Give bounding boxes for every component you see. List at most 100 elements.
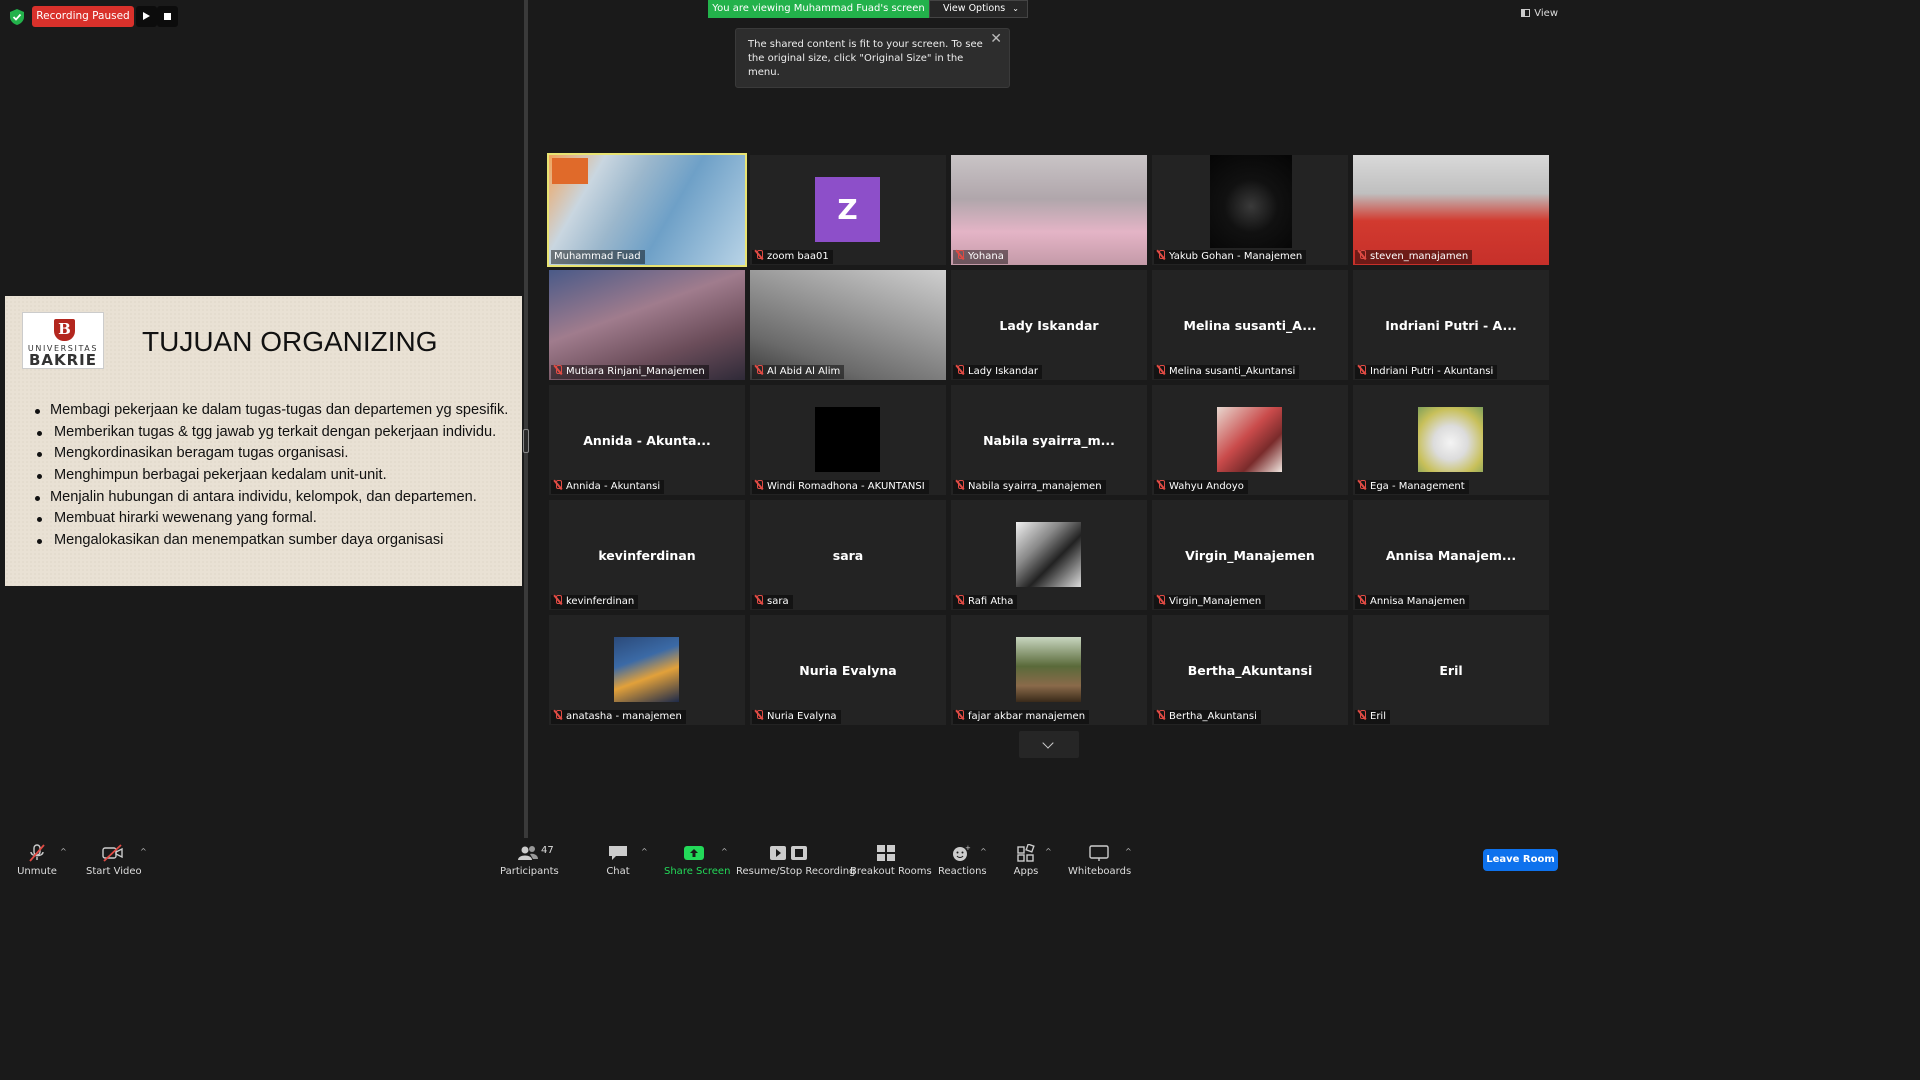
participant-tile[interactable]: Annisa Manajem... Annisa Manajemen (1353, 500, 1549, 610)
mic-muted-icon (755, 480, 763, 490)
logo-name-text: BAKRIE (28, 351, 98, 369)
participant-name-label: Al Abid Al Alim (752, 365, 845, 379)
participant-tile[interactable]: Indriani Putri - A... Indriani Putri - Ak… (1353, 270, 1549, 380)
reactions-icon: + (953, 844, 971, 861)
mic-muted-icon (554, 365, 562, 375)
stop-recording-button[interactable] (157, 6, 178, 27)
close-icon[interactable]: ✕ (990, 32, 1002, 46)
slide-title: TUJUAN ORGANIZING (142, 326, 438, 357)
mic-muted-icon (755, 365, 763, 375)
share-options-caret[interactable]: ^ (721, 847, 728, 856)
participant-name-label: Indriani Putri - Akuntansi (1355, 365, 1498, 379)
participant-name-label: Lady Iskandar (953, 365, 1042, 379)
slide-bullet: Menjalin hubungan di antara individu, ke… (35, 487, 508, 509)
participant-tile[interactable]: fajar akbar manajemen (951, 615, 1147, 725)
gallery-next-page-button[interactable] (1019, 731, 1079, 758)
leave-room-button[interactable]: Leave Room (1483, 849, 1558, 871)
share-screen-button[interactable]: Share Screen (664, 838, 730, 882)
apps-icon (1017, 844, 1035, 862)
slide-bullet: Mengkordinasikan beragam tugas organisas… (35, 443, 508, 465)
participant-name-label: Nabila syairra_manajemen (953, 480, 1106, 494)
whiteboards-button[interactable]: Whiteboards (1068, 838, 1131, 882)
participant-display-name: Eril (1439, 663, 1463, 678)
apps-button[interactable]: Apps (1010, 838, 1042, 882)
participant-tile[interactable]: Yakub Gohan - Manajemen (1152, 155, 1348, 265)
participant-tile[interactable]: Bertha_Akuntansi Bertha_Akuntansi (1152, 615, 1348, 725)
chat-button[interactable]: Chat (600, 838, 636, 882)
mic-muted-icon (956, 365, 964, 375)
avatar (614, 637, 679, 702)
mic-muted-icon (755, 710, 763, 720)
unmute-button[interactable]: Unmute (14, 838, 60, 882)
participant-tile[interactable]: Nuria Evalyna Nuria Evalyna (750, 615, 946, 725)
avatar (815, 407, 880, 472)
participant-tile[interactable]: Windi Romadhona - AKUNTANSI (750, 385, 946, 495)
participant-tile[interactable]: sara sara (750, 500, 946, 610)
breakout-rooms-button[interactable]: Breakout Rooms (850, 838, 932, 882)
view-layout-button[interactable]: View (1521, 8, 1558, 19)
chat-icon (609, 846, 627, 860)
participant-display-name: Annida - Akunta... (583, 433, 711, 448)
participant-name-label: Nuria Evalyna (752, 710, 841, 724)
gallery-layout-icon (1521, 9, 1531, 17)
participant-display-name: kevinferdinan (598, 548, 696, 563)
participant-name-label: anatasha - manajemen (551, 710, 686, 724)
mic-muted-icon (1358, 710, 1366, 720)
avatar (1217, 407, 1282, 472)
video-options-caret[interactable]: ^ (140, 847, 147, 856)
participant-tile[interactable]: Eril Eril (1353, 615, 1549, 725)
participant-tile[interactable]: Virgin_Manajemen Virgin_Manajemen (1152, 500, 1348, 610)
mic-muted-icon (1358, 250, 1366, 260)
reactions-options-caret[interactable]: ^ (980, 847, 987, 856)
participant-name-label: Mutiara Rinjani_Manajemen (551, 365, 709, 379)
universitas-bakrie-logo: B UNIVERSITAS BAKRIE (22, 312, 104, 369)
mic-muted-icon (1157, 710, 1165, 720)
participant-name-label: sara (752, 595, 793, 609)
participant-tile[interactable]: Mutiara Rinjani_Manajemen (549, 270, 745, 380)
split-divider[interactable] (524, 0, 528, 838)
participant-tile[interactable]: Ega - Management (1353, 385, 1549, 495)
participant-name-label: Annisa Manajemen (1355, 595, 1470, 609)
view-options-dropdown[interactable]: View Options ⌄ (929, 0, 1028, 18)
chat-options-caret[interactable]: ^ (641, 847, 648, 856)
participant-video-feed (549, 270, 745, 380)
apps-options-caret[interactable]: ^ (1045, 847, 1052, 856)
participant-tile[interactable]: Muhammad Fuad (547, 153, 747, 267)
reactions-button[interactable]: + Reactions (938, 838, 987, 882)
participant-video-feed (750, 270, 946, 380)
participant-display-name: Virgin_Manajemen (1185, 548, 1315, 563)
breakout-rooms-icon (877, 845, 895, 861)
mic-muted-icon (554, 710, 562, 720)
start-video-button[interactable]: Start Video (86, 838, 142, 882)
participant-tile[interactable]: Zzoom baa01 (750, 155, 946, 265)
audio-options-caret[interactable]: ^ (60, 847, 67, 856)
participant-tile[interactable]: Wahyu Andoyo (1152, 385, 1348, 495)
participant-tile[interactable]: Nabila syairra_m... Nabila syairra_manaje… (951, 385, 1147, 495)
participant-name-label: Melina susanti_Akuntansi (1154, 365, 1300, 379)
split-drag-handle[interactable] (523, 429, 529, 453)
svg-text:+: + (965, 844, 971, 852)
tooltip-text: The shared content is fit to your screen… (748, 39, 983, 78)
whiteboards-options-caret[interactable]: ^ (1125, 847, 1132, 856)
mic-muted-icon (554, 480, 562, 490)
participant-name-label: kevinferdinan (551, 595, 639, 609)
view-options-label: View Options (943, 3, 1006, 14)
resume-recording-button[interactable] (136, 6, 157, 27)
participant-name-label: Wahyu Andoyo (1154, 480, 1248, 494)
participant-tile[interactable]: anatasha - manajemen (549, 615, 745, 725)
participant-tile[interactable]: Yohana (951, 155, 1147, 265)
participant-tile[interactable]: Annida - Akunta... Annida - Akuntansi (549, 385, 745, 495)
participant-tile[interactable]: kevinferdinan kevinferdinan (549, 500, 745, 610)
participant-video-feed (1210, 155, 1292, 248)
mic-muted-icon (755, 595, 763, 605)
security-shield-icon[interactable] (8, 8, 26, 26)
participant-tile[interactable]: Melina susanti_A... Melina susanti_Akunta… (1152, 270, 1348, 380)
participant-tile[interactable]: Al Abid Al Alim (750, 270, 946, 380)
recording-status-badge: Recording Paused (32, 6, 134, 27)
view-label: View (1534, 8, 1558, 19)
participant-tile[interactable]: Lady Iskandar Lady Iskandar (951, 270, 1147, 380)
resume-stop-recording-button[interactable]: Resume/Stop Recording (736, 838, 855, 882)
mic-muted-icon (1358, 480, 1366, 490)
participant-tile[interactable]: Rafi Atha (951, 500, 1147, 610)
participant-tile[interactable]: steven_manajamen (1353, 155, 1549, 265)
